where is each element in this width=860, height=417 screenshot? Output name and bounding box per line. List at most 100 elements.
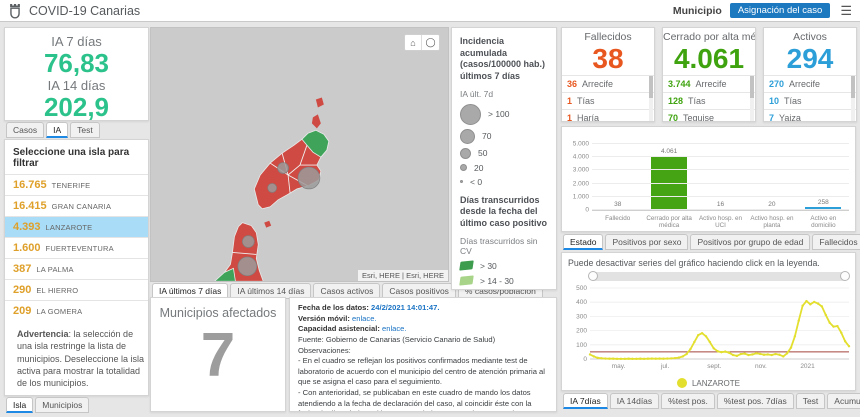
bar-value-label: 38 — [614, 201, 621, 208]
line-chart-legend[interactable]: LANZAROTE — [566, 378, 851, 388]
svg-text:may.: may. — [612, 363, 626, 370]
gobierno-canarias-logo-icon — [8, 3, 22, 19]
tab-line-chart-3[interactable]: %test pos. 7días — [717, 393, 794, 409]
fuente-text: Fuente: Gobierno de Canarias (Servicio C… — [298, 335, 548, 346]
island-name: LANZAROTE — [46, 223, 93, 232]
bar-y-tick-label: 4.000 — [573, 154, 589, 161]
island-name: LA PALMA — [36, 265, 73, 274]
app-header: COVID-19 Canarias Municipio Asignación d… — [0, 0, 860, 22]
row-count: 128 — [668, 96, 683, 106]
tab-ia-view-1[interactable]: IA — [46, 122, 68, 138]
status-card-rows: 270Arrecife10Tías7Yaiza3San Bartolomé — [764, 75, 856, 122]
capacidad-label: Capacidad asistencial: — [298, 324, 380, 333]
island-list-header: Seleccione una isla para filtrar — [5, 145, 148, 174]
status-card-rows: 3.744Arrecife128Tías70Teguise49Yaiza — [663, 75, 755, 122]
bar-gridline: 5.000 — [592, 143, 849, 144]
svg-text:0: 0 — [583, 356, 587, 363]
map-extent-icon[interactable]: ◯ — [422, 35, 439, 50]
status-card-title: Activos — [764, 28, 856, 43]
tab-bar-chart-3[interactable]: Fallecidos por edad y sexo — [812, 234, 860, 250]
status-card-1: Cerrado por alta médica4.0613.744Arrecif… — [662, 27, 756, 122]
bar-x-tick-label: Activo en domicilio — [798, 215, 849, 229]
row-count: 10 — [769, 96, 779, 106]
version-movil-link[interactable]: enlace. — [352, 314, 377, 323]
status-card-row: 128 Tías — [663, 92, 755, 109]
status-card-row: 7Yaiza — [764, 109, 856, 122]
row-count: 270 — [769, 79, 784, 89]
row-count: 1 — [567, 113, 572, 122]
tab-ia-view-2[interactable]: Test — [70, 122, 100, 138]
tab-line-chart-1[interactable]: IA 14días — [610, 393, 659, 409]
map-controls: ⌂ ◯ — [404, 34, 440, 51]
status-card-row: 1Tías — [562, 92, 654, 109]
tab-ia-view-0[interactable]: Casos — [6, 122, 44, 138]
ia-card-tabs: CasosIATest — [6, 122, 100, 138]
asignacion-del-caso-button[interactable]: Asignación del caso — [730, 3, 831, 18]
status-card-scrollbar[interactable] — [851, 76, 855, 122]
island-panel-tabs: IslaMunicipios — [6, 397, 89, 413]
legend-size-label: 50 — [478, 148, 487, 158]
fecha-datos-value: 24/2/2021 14:01:47. — [371, 303, 439, 312]
island-list: 16.765TENERIFE16.415GRAN CANARIA4.393LAN… — [5, 174, 148, 321]
bar-value-label: 4.061 — [661, 148, 677, 155]
legend-size-circle-icon — [460, 129, 475, 144]
map[interactable]: ⌂ ◯ Esri, HERE | Esri, HERE — [150, 27, 449, 282]
tab-bar-chart-2[interactable]: Positivos por grupo de edad — [690, 234, 810, 250]
island-count: 16.765 — [13, 179, 47, 191]
island-name: LA GOMERA — [36, 307, 82, 316]
status-card-row: 70Teguise — [663, 109, 755, 122]
tab-line-chart-5[interactable]: Acumulado — [827, 393, 860, 409]
tab-line-chart-4[interactable]: Test — [796, 393, 826, 409]
slider-handle-left[interactable] — [588, 271, 598, 281]
island-list-item[interactable]: 16.415GRAN CANARIA — [5, 195, 148, 216]
tab-line-chart-0[interactable]: IA 7días — [563, 393, 608, 409]
page-title: COVID-19 Canarias — [29, 4, 140, 18]
island-count: 1.600 — [13, 242, 41, 254]
bar-gridline: 1.000 — [592, 196, 849, 197]
bar-value-label: 258 — [818, 199, 829, 206]
tab-filter-0[interactable]: Isla — [6, 397, 33, 413]
bar-chart-plot: 384.0611620258 01.0002.0003.0004.0005.00… — [592, 135, 849, 211]
line-chart-note: Puede desactivar series del gráfico haci… — [566, 257, 851, 272]
capacidad-link[interactable]: enlace. — [382, 324, 407, 333]
island-list-item[interactable]: 1.600FUERTEVENTURA — [5, 237, 148, 258]
bar-gridline: 0 — [592, 209, 849, 210]
slider-handle-right[interactable] — [840, 271, 850, 281]
lanzarote-series-line — [590, 301, 849, 359]
legend-size-classes: > 100705020< 0 — [460, 104, 548, 187]
status-card-row: 1Haría — [562, 109, 654, 122]
observacion-note: - Con anterioridad, se publicaban en est… — [298, 388, 548, 412]
island-list-item[interactable]: 290EL HIERRO — [5, 279, 148, 300]
ia7-value: 76,83 — [5, 49, 148, 78]
menu-icon[interactable]: ☰ — [840, 4, 852, 17]
island-list-item[interactable]: 387LA PALMA — [5, 258, 148, 279]
legend-subtitle-dias: Días trascurridos sin CV — [460, 236, 548, 256]
row-municipality: Tías — [688, 96, 706, 106]
bar-value-label: 16 — [717, 201, 724, 208]
status-card-scrollbar[interactable] — [750, 76, 754, 122]
estado-bar-chart-card: 384.0611620258 01.0002.0003.0004.0005.00… — [561, 126, 856, 232]
legend-size-circle-icon — [460, 104, 481, 125]
island-list-item[interactable]: 4.393LANZAROTE — [5, 216, 148, 237]
island-list-item[interactable]: 209LA GOMERA — [5, 300, 148, 321]
legend-size-item: 50 — [460, 148, 548, 159]
tab-filter-1[interactable]: Municipios — [35, 397, 89, 413]
status-card-scrollbar[interactable] — [649, 76, 653, 122]
island-count: 290 — [13, 284, 31, 296]
ia-line-chart-card: Puede desactivar series del gráfico haci… — [561, 252, 856, 391]
time-range-slider[interactable] — [590, 272, 848, 281]
status-card-2: Activos294270Arrecife10Tías7Yaiza3San Ba… — [763, 27, 857, 122]
legend-size-item: < 0 — [460, 177, 548, 187]
legend-class-swatch-icon — [459, 276, 474, 286]
legend-color-classes: > 30> 14 - 30> 7 - 140 - 7 — [460, 261, 548, 290]
lanzarote-series-icon — [677, 378, 687, 388]
tab-line-chart-2[interactable]: %test pos. — [661, 393, 715, 409]
tab-bar-chart-1[interactable]: Positivos por sexo — [605, 234, 688, 250]
bar-column: 20 — [746, 135, 797, 210]
map-home-icon[interactable]: ⌂ — [405, 35, 422, 50]
legend-size-circle-icon — [460, 148, 471, 159]
island-list-item[interactable]: 16.765TENERIFE — [5, 174, 148, 195]
status-card-rows: 36Arrecife1Tías1Haría0San Bartolomé — [562, 75, 654, 122]
tab-bar-chart-0[interactable]: Estado — [563, 234, 603, 250]
legend-subtitle-ia7: IA últ. 7d — [460, 89, 548, 99]
